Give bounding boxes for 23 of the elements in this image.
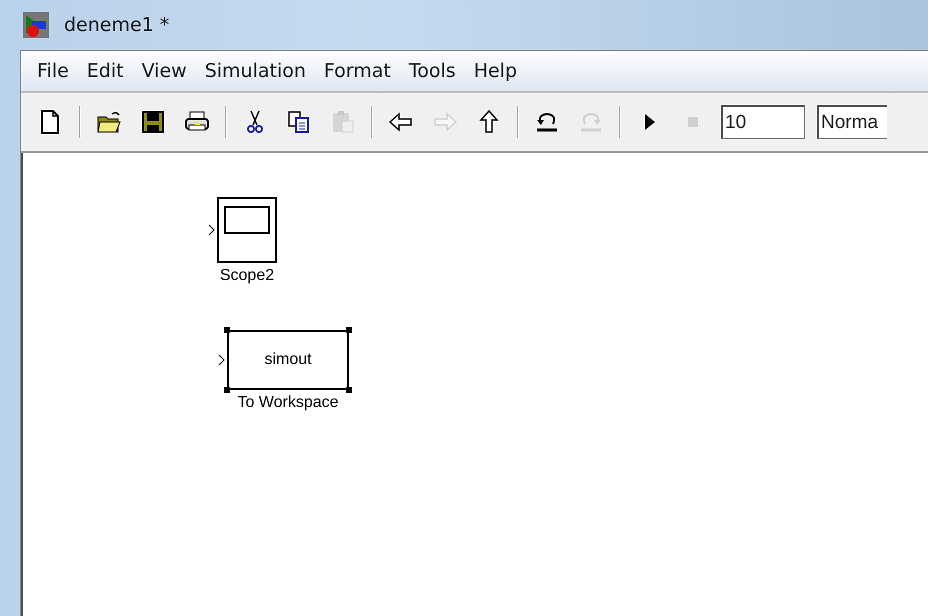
input-port-icon [208,224,215,236]
menu-item[interactable]: Simulation [196,58,314,84]
menu-item[interactable]: Edit [78,58,132,84]
app-icon [22,11,50,39]
block-label: Scope2 [220,267,274,285]
to-workspace-block[interactable]: simout [227,330,349,390]
window-title: deneme1 * [64,14,170,36]
menu-item[interactable]: File [29,58,77,84]
menu-item[interactable]: Format [316,58,399,84]
variable-name: simout [264,351,312,369]
block-label: To Workspace [237,394,339,412]
menu-item[interactable]: Tools [400,58,464,84]
menu-item[interactable]: View [134,58,195,84]
selection-handle[interactable] [224,327,230,333]
scope-block[interactable] [217,197,277,263]
selection-handle[interactable] [346,387,352,393]
scope-screen-icon [224,206,270,234]
simulation-mode-dropdown[interactable]: Norma [817,105,887,139]
selection-handle[interactable] [346,327,352,333]
input-port-icon [218,354,225,366]
menu-item[interactable]: Help [466,58,526,84]
selection-handle[interactable] [224,387,230,393]
stop-time-field[interactable]: 10 [721,105,805,139]
